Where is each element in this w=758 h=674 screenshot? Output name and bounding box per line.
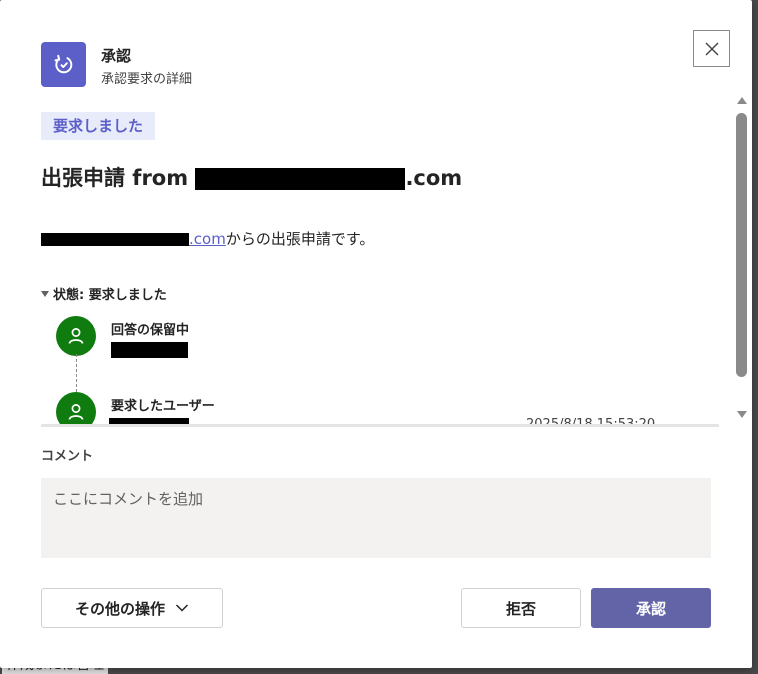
timeline-connector <box>76 354 77 392</box>
scroll-up-icon[interactable] <box>737 97 747 104</box>
description-text: からの出張申請です。 <box>225 230 375 248</box>
status-badge: 要求しました <box>41 112 156 140</box>
divider <box>41 424 719 427</box>
request-description: .comからの出張申請です。 <box>41 228 374 249</box>
scroll-down-icon[interactable] <box>737 411 747 418</box>
comment-label: コメント <box>41 449 94 464</box>
scrollbar-thumb[interactable] <box>736 113 747 377</box>
redacted-approver <box>111 342 188 358</box>
status-toggle[interactable]: 状態: 要求しました <box>41 284 167 303</box>
chevron-down-icon <box>175 604 189 612</box>
timeline-item-label: 回答の保留中 <box>111 323 190 338</box>
redacted-requester <box>195 168 406 190</box>
app-subtitle: 承認要求の詳細 <box>101 72 193 87</box>
status-toggle-label: 状態: 要求しました <box>53 288 167 303</box>
approve-button[interactable]: 承認 <box>591 588 711 628</box>
close-icon <box>705 42 718 55</box>
requester-email-link[interactable]: .com <box>41 230 226 248</box>
person-icon <box>56 316 96 356</box>
comment-input[interactable] <box>41 478 711 558</box>
request-title-suffix: .com <box>405 166 463 190</box>
requester-email-suffix: .com <box>189 230 226 248</box>
request-title-prefix: 出張申請 from <box>41 166 196 190</box>
more-actions-button[interactable]: その他の操作 <box>41 588 223 628</box>
timeline-item-label: 要求したユーザー <box>111 399 215 414</box>
person-icon <box>56 392 96 426</box>
reject-button[interactable]: 拒否 <box>461 588 581 628</box>
approvals-refresh-icon <box>41 42 86 87</box>
close-button[interactable] <box>693 30 730 67</box>
caret-down-icon <box>41 290 49 297</box>
app-title: 承認 <box>101 47 132 65</box>
details-scroll-area[interactable]: 要求しました 出張申請 from .com .comからの出張申請です。 状態:… <box>0 96 752 426</box>
approval-dialog: 承認 承認要求の詳細 要求しました 出張申請 from .com .comからの… <box>0 0 752 668</box>
redacted-email <box>41 233 189 246</box>
request-title: 出張申請 from .com <box>41 162 462 192</box>
more-actions-label: その他の操作 <box>74 599 165 618</box>
